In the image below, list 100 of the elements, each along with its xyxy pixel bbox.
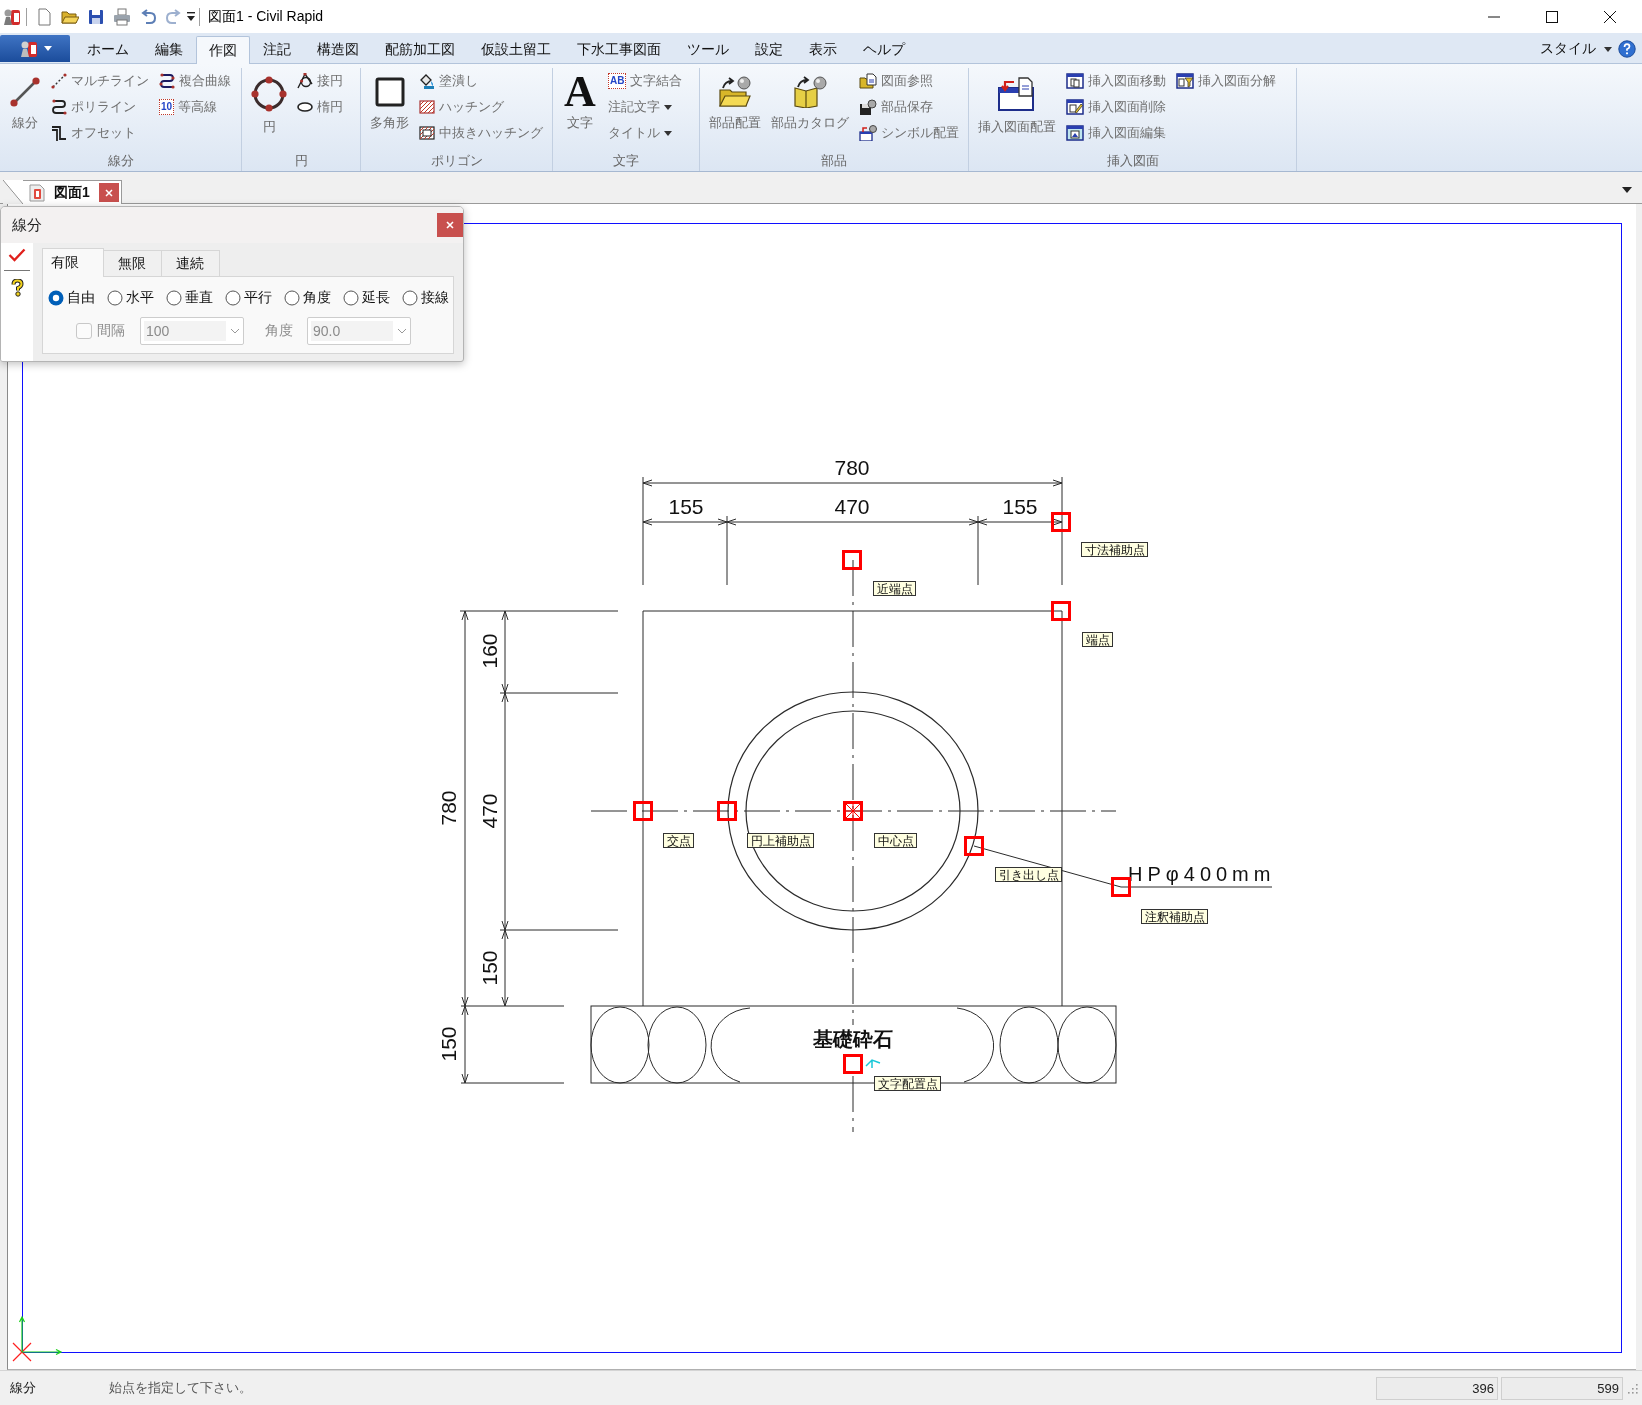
radio-button[interactable] (343, 289, 359, 306)
tab-close-button[interactable] (98, 183, 119, 202)
dashed-line-icon (51, 73, 67, 89)
menu-tab[interactable]: 仮設土留工 (468, 35, 564, 63)
menu-tab[interactable]: 作図 (196, 36, 250, 64)
cursor-icon (865, 1059, 881, 1069)
radio-label: 平行 (244, 288, 272, 307)
tab-list-caret-icon[interactable] (1622, 186, 1632, 193)
dimension-text: 150 (477, 950, 501, 986)
menu-tab[interactable]: ツール (674, 35, 742, 63)
ribbon-button[interactable]: 楕円 (294, 94, 346, 120)
help-icon[interactable] (1618, 40, 1636, 58)
ribbon-button[interactable]: AB 文字結合 (605, 68, 686, 94)
dialog-tab[interactable]: 連続 (162, 250, 220, 276)
ribbon-button[interactable]: 挿入図面編集 (1063, 120, 1169, 146)
ribbon-large-button[interactable]: 円 (248, 68, 290, 136)
snap-label: 円上補助点 (747, 833, 814, 848)
customize-caret-icon[interactable] (187, 11, 195, 22)
menu-tab[interactable]: 構造図 (304, 35, 372, 63)
app-menu-button[interactable] (0, 35, 70, 62)
ribbon-large-button[interactable]: 挿入図面配置 (975, 68, 1059, 136)
ribbon-button[interactable]: 中抜きハッチング (416, 120, 546, 146)
ribbon-button[interactable]: シンボル配置 (856, 120, 962, 146)
ribbon-button[interactable]: 接円 (294, 68, 346, 94)
ribbon-button[interactable]: 10 等高線 (156, 94, 234, 120)
paint-bucket-icon (419, 73, 435, 89)
window-title: 図面1 - Civil Rapid (208, 7, 324, 26)
save-icon[interactable] (87, 7, 105, 26)
checkmark-icon[interactable] (8, 248, 26, 262)
window-document-icon (1066, 73, 1084, 89)
maximize-icon (1546, 10, 1558, 23)
snap-label: 引き出し点 (995, 867, 1062, 882)
chevron-down-icon (397, 328, 407, 334)
chevron-down-icon (230, 328, 240, 334)
radio-button[interactable] (166, 289, 182, 306)
document-tab[interactable]: 図面1 (3, 180, 122, 204)
menu-tab[interactable]: ヘルプ (850, 35, 918, 63)
menu-tab[interactable]: ホーム (74, 35, 142, 63)
resize-grip-icon (1626, 1382, 1638, 1394)
radio-button[interactable] (48, 289, 64, 306)
menu-tab[interactable]: 表示 (796, 35, 850, 63)
caret-down-icon (43, 46, 52, 51)
menu-tab[interactable]: 配筋加工図 (372, 35, 468, 63)
dialog-tab[interactable]: 無限 (104, 250, 162, 276)
ribbon-large-button[interactable]: 部品配置 (706, 68, 764, 132)
radio-button[interactable] (107, 289, 123, 306)
question-mark-icon[interactable] (10, 279, 24, 297)
ribbon-button[interactable]: 図面参照 (856, 68, 962, 94)
ribbon-button[interactable]: オフセット (48, 120, 152, 146)
snap-marker-icon (1111, 877, 1131, 897)
radio-button[interactable] (225, 289, 241, 306)
dialog-tab[interactable]: 有限 (42, 248, 104, 277)
ribbon-large-button[interactable]: A 文字 (559, 68, 601, 132)
radio-label: 接線 (421, 288, 449, 307)
ribbon-group-label: 文字 (612, 152, 640, 170)
dialog-close-button[interactable] (437, 213, 463, 237)
combo-value: 90.0 (311, 321, 393, 341)
ribbon-button[interactable]: 塗潰し (416, 68, 546, 94)
ribbon-large-button[interactable]: 多角形 (367, 68, 412, 132)
window-image-icon (1066, 125, 1084, 141)
dimension-text: 780 (436, 790, 460, 826)
radio-button[interactable] (402, 289, 418, 306)
ribbon-large-button[interactable]: 部品カタログ (768, 68, 852, 132)
status-mode: 線分 (10, 1379, 37, 1397)
window-ball-icon (859, 125, 877, 141)
ribbon-button[interactable]: 複合曲線 (156, 68, 234, 94)
ribbon-button[interactable]: 挿入図面削除 (1063, 94, 1169, 120)
snap-label: 中心点 (874, 833, 917, 848)
menu-tab[interactable]: 注記 (250, 35, 304, 63)
ribbon-button[interactable]: タイトル (605, 120, 686, 146)
dimension-text: 470 (477, 793, 501, 829)
menu-tab[interactable]: 設定 (742, 35, 796, 63)
ribbon-large-button[interactable]: 線分 (6, 68, 44, 132)
dimension-text: 470 (834, 495, 870, 518)
ribbon-button[interactable]: マルチライン (48, 68, 152, 94)
curve-icon (159, 73, 175, 89)
ribbon-button[interactable]: ポリライン (48, 94, 152, 120)
ribbon-button[interactable]: 注記文字 (605, 94, 686, 120)
axis-origin-icon (12, 1315, 63, 1362)
snap-label: 近端点 (873, 581, 916, 596)
center-line (852, 1075, 854, 1133)
menu-tab[interactable]: 下水工事図面 (564, 35, 674, 63)
snap-label: 寸法補助点 (1081, 542, 1148, 557)
ribbon-button[interactable]: ハッチング (416, 94, 546, 120)
hatch-icon (419, 100, 435, 114)
book-ball-icon (792, 76, 828, 108)
dimension-text: 780 (834, 456, 870, 479)
ribbon-button[interactable]: 挿入図面分解 (1173, 68, 1279, 94)
menu-tab[interactable]: 編集 (142, 35, 196, 63)
line-segment-icon (9, 76, 41, 108)
snap-marker-icon (717, 801, 737, 821)
undo-icon[interactable] (139, 7, 157, 26)
radio-label: 水平 (126, 288, 154, 307)
ribbon-button[interactable]: 部品保存 (856, 94, 962, 120)
caret-down-icon (664, 104, 672, 110)
ribbon-button[interactable]: 挿入図面移動 (1063, 68, 1169, 94)
radio-button[interactable] (284, 289, 300, 306)
folder-document-icon (859, 73, 877, 89)
print-icon[interactable] (113, 7, 131, 26)
style-menu-button[interactable]: スタイル (1540, 40, 1612, 58)
